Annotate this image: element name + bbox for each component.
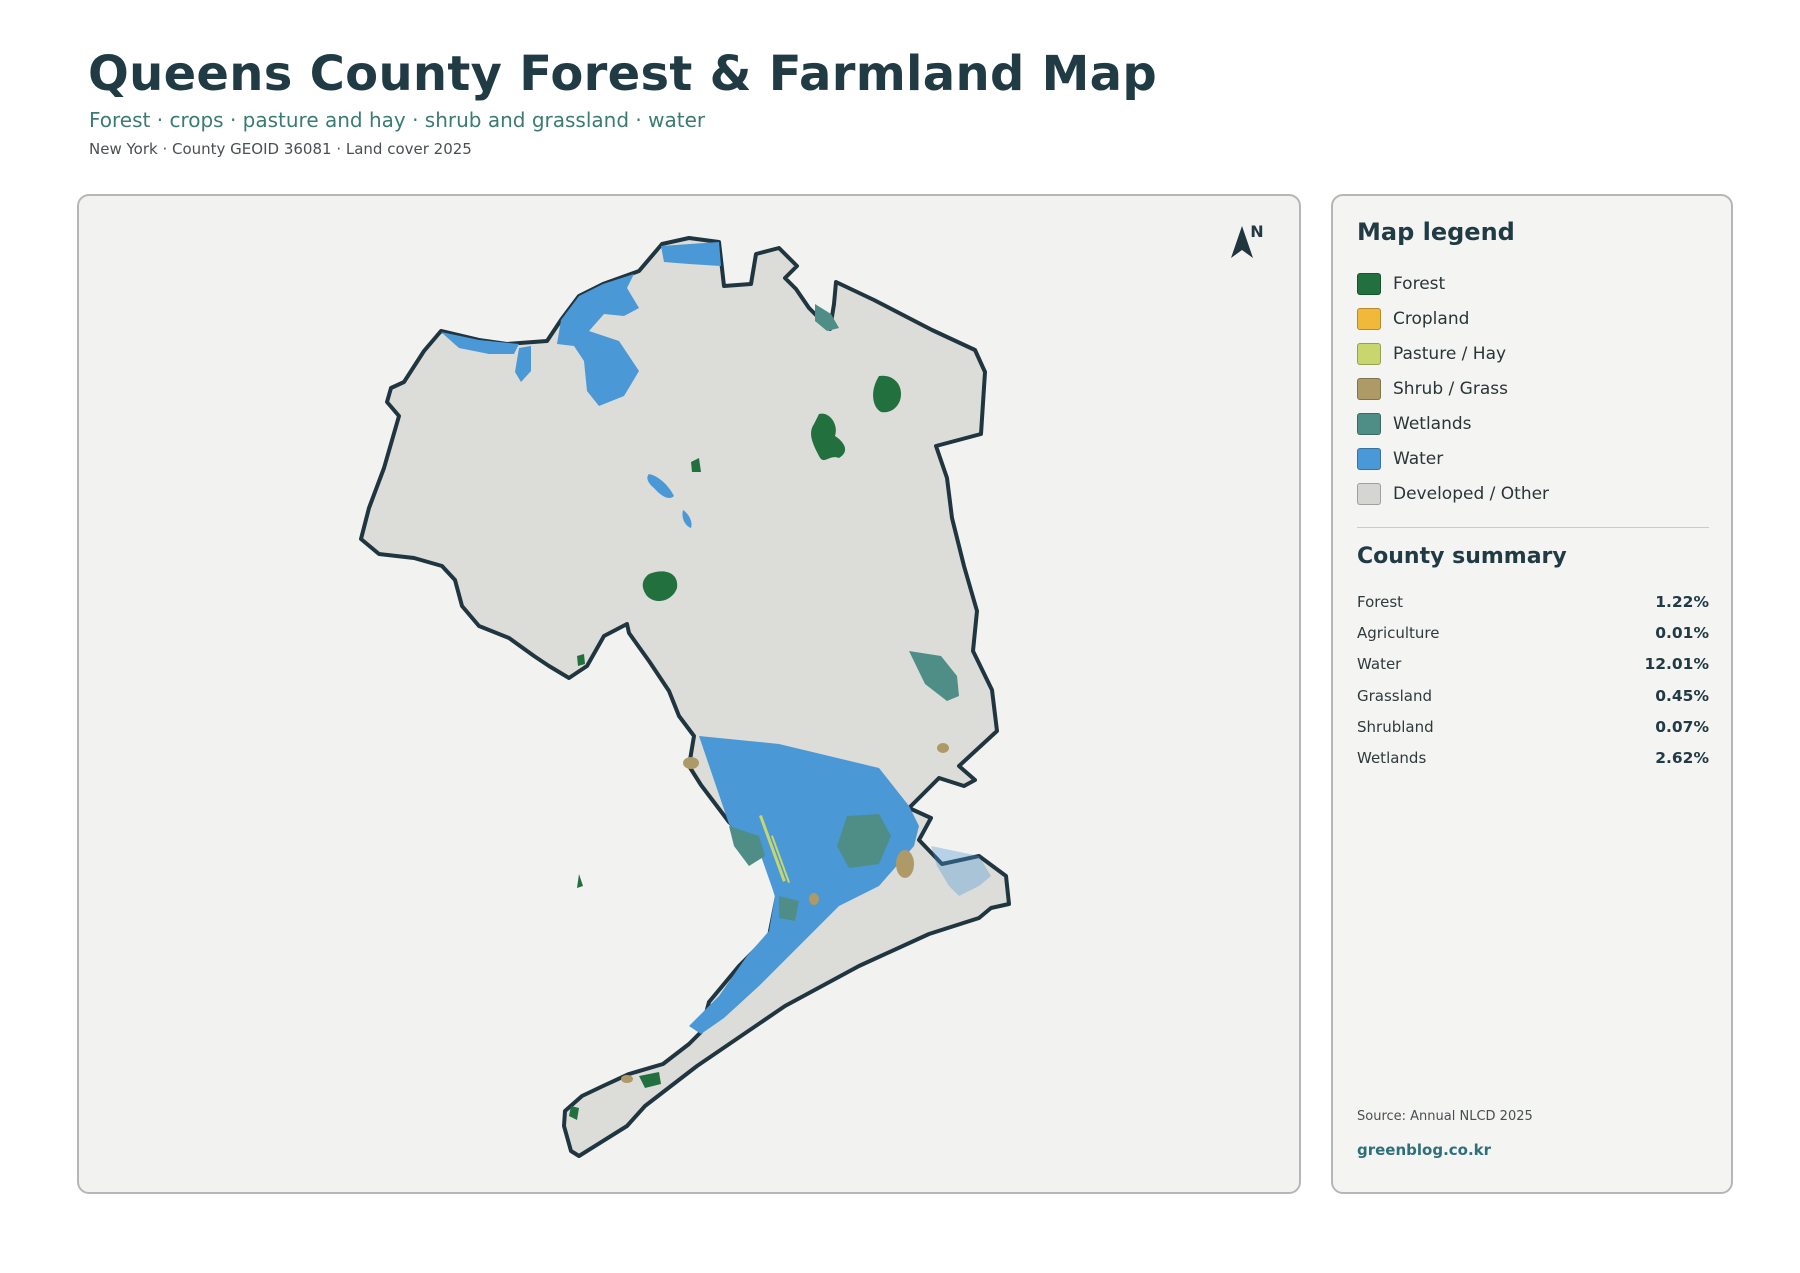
summary-name: Grassland	[1357, 686, 1432, 705]
brand-link[interactable]: greenblog.co.kr	[1357, 1141, 1491, 1159]
legend-panel: Map legend Forest Cropland Pasture / Hay Sh…	[1331, 194, 1733, 1194]
legend-item: Cropland	[1357, 301, 1717, 336]
summary-name: Forest	[1357, 592, 1404, 611]
summary-value: 12.01%	[1644, 655, 1709, 674]
legend-item: Developed / Other	[1357, 476, 1717, 511]
county-area	[359, 236, 1011, 1158]
north-arrow: N	[1227, 222, 1287, 258]
summary-title: County summary	[1357, 544, 1567, 569]
legend-item: Water	[1357, 441, 1717, 476]
summary-row: Agriculture 0.01%	[1357, 617, 1709, 648]
summary-name: Water	[1357, 655, 1402, 674]
summary-value: 2.62%	[1655, 749, 1709, 768]
summary-value: 0.07%	[1655, 717, 1709, 736]
legend-label: Cropland	[1393, 308, 1470, 329]
legend-swatch	[1357, 307, 1381, 330]
page-meta: New York · County GEOID 36081 · Land cov…	[89, 140, 472, 158]
legend-label: Pasture / Hay	[1393, 343, 1507, 364]
source-note: Source: Annual NLCD 2025	[1357, 1109, 1533, 1124]
legend-label: Shrub / Grass	[1393, 378, 1508, 399]
summary-row: Forest 1.22%	[1357, 586, 1709, 617]
legend-swatch	[1357, 447, 1381, 470]
legend-divider	[1357, 527, 1709, 528]
summary-row: Water 12.01%	[1357, 649, 1709, 680]
page-title: Queens County Forest & Farmland Map	[88, 46, 1158, 102]
legend-swatch	[1357, 272, 1381, 295]
legend-item: Forest	[1357, 266, 1717, 301]
summary-name: Agriculture	[1357, 623, 1440, 642]
summary-list: Forest 1.22% Agriculture 0.01% Water 12.01% Gr…	[1357, 586, 1709, 774]
summary-name: Shrubland	[1357, 717, 1434, 736]
summary-value: 0.01%	[1655, 623, 1709, 642]
legend-label: Forest	[1393, 273, 1446, 294]
legend-item: Wetlands	[1357, 406, 1717, 441]
legend-swatch	[1357, 377, 1381, 400]
summary-name: Wetlands	[1357, 749, 1427, 768]
legend-label: Water	[1393, 448, 1444, 469]
summary-row: Grassland 0.45%	[1357, 680, 1709, 711]
north-arrow-icon	[1231, 226, 1253, 258]
summary-row: Shrubland 0.07%	[1357, 711, 1709, 742]
legend-swatch	[1357, 482, 1381, 505]
map-panel: N	[77, 194, 1301, 1194]
summary-value: 1.22%	[1655, 592, 1709, 611]
legend-swatch	[1357, 342, 1381, 365]
summary-row: Wetlands 2.62%	[1357, 742, 1709, 773]
legend-swatch	[1357, 412, 1381, 435]
legend-title: Map legend	[1357, 218, 1515, 246]
legend-label: Wetlands	[1393, 413, 1472, 434]
legend-label: Developed / Other	[1393, 483, 1550, 504]
county-map	[359, 236, 1011, 1158]
legend-item: Pasture / Hay	[1357, 336, 1717, 371]
summary-value: 0.45%	[1655, 686, 1709, 705]
legend-list: Forest Cropland Pasture / Hay Shrub / Grass…	[1357, 266, 1717, 511]
legend-item: Shrub / Grass	[1357, 371, 1717, 406]
page-subtitle: Forest · crops · pasture and hay · shrub…	[89, 108, 706, 132]
